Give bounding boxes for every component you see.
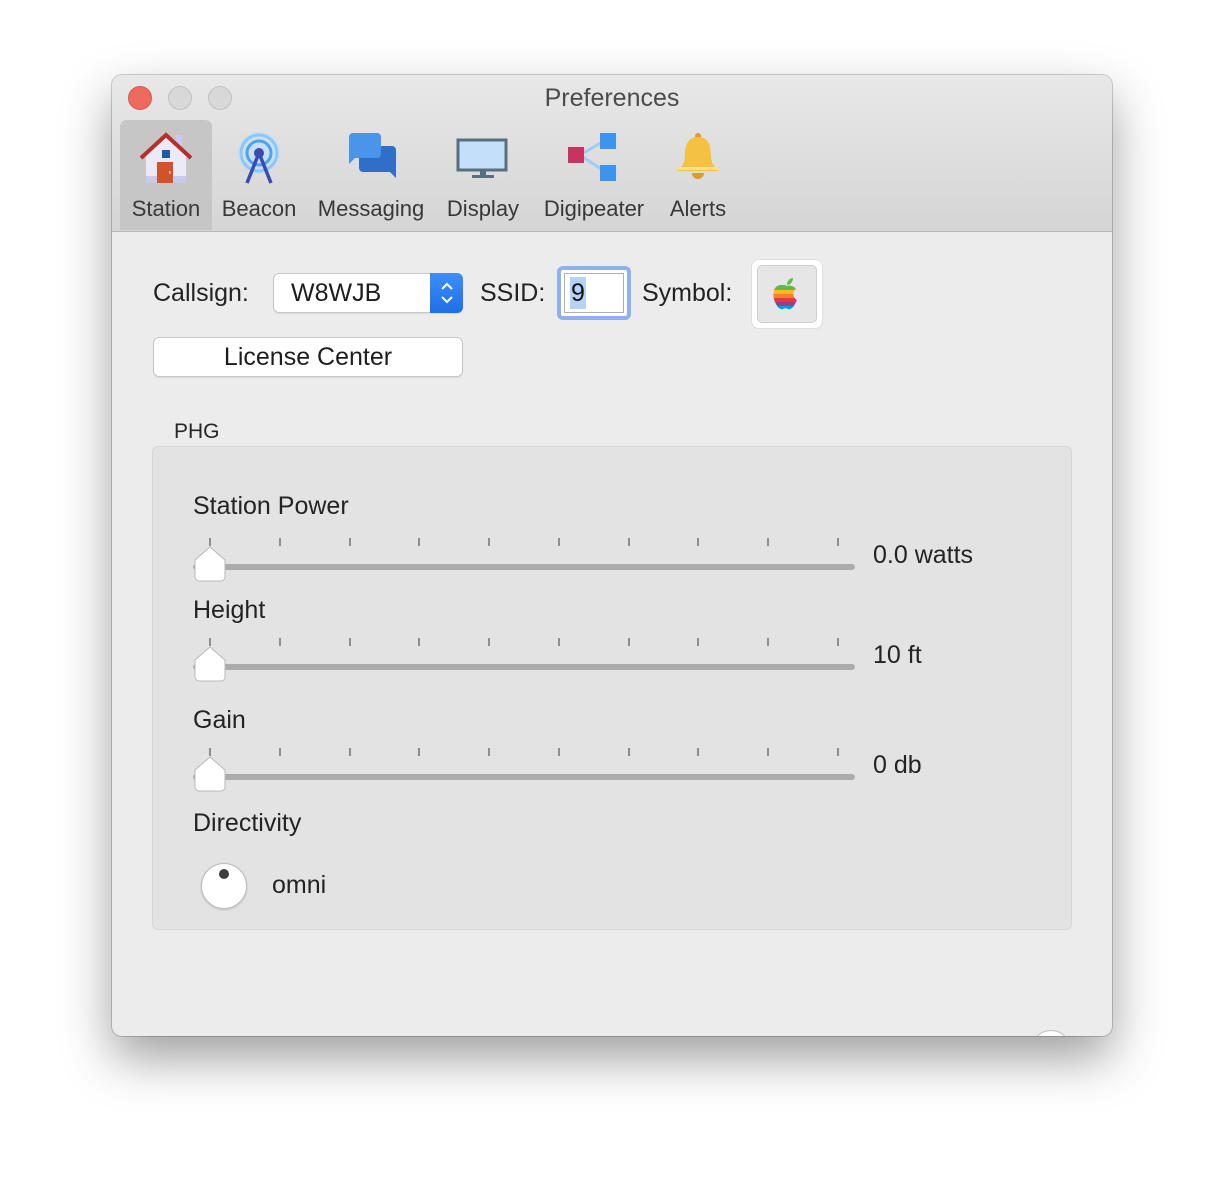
preferences-toolbar: Station Beacon Messaging Display Digipea… [120, 120, 738, 231]
slider-track[interactable] [193, 564, 855, 570]
slider-tick [488, 748, 491, 756]
slider-tick [348, 538, 351, 546]
house-icon [136, 130, 196, 186]
slider-tick [697, 638, 700, 646]
callsign-stepper[interactable] [430, 273, 463, 313]
slider-tick [209, 748, 211, 756]
phg-group: Station Power 0.0 watts Height 10 ft Gai… [152, 446, 1072, 930]
slider-tick [697, 748, 700, 756]
monitor-icon [453, 130, 513, 186]
gain-row: Gain 0 db [153, 703, 1073, 803]
ssid-value: 9 [571, 279, 585, 307]
slider-tick [418, 748, 421, 756]
slider-tick [627, 538, 630, 546]
slider-tick [348, 748, 351, 756]
directivity-value: omni [272, 871, 327, 899]
slider-tick [767, 748, 770, 756]
symbol-label: Symbol: [642, 279, 733, 307]
tab-beacon[interactable]: Beacon [212, 120, 306, 230]
slider-tick [627, 638, 630, 646]
station-power-value: 0.0 watts [873, 541, 974, 569]
ssid-label: SSID: [480, 279, 546, 307]
tab-alerts[interactable]: Alerts [658, 120, 738, 230]
chat-bubbles-icon [341, 130, 401, 186]
slider-tick [418, 638, 421, 646]
slider-tick [488, 538, 491, 546]
tab-display[interactable]: Display [436, 120, 530, 230]
chevron-up-down-icon [440, 282, 453, 304]
bell-icon [668, 130, 728, 186]
slider-thumb[interactable] [193, 546, 227, 582]
slider-tick [209, 538, 211, 546]
tab-station-label: Station [131, 196, 201, 221]
slider-tick [557, 638, 560, 646]
title-bar: Preferences Station Beacon Messaging Dis… [112, 75, 1112, 232]
callsign-value: W8WJB [291, 279, 382, 307]
slider-tick [209, 638, 211, 646]
tab-beacon-label: Beacon [221, 196, 297, 221]
slider-thumb[interactable] [193, 756, 227, 792]
symbol-button[interactable] [751, 259, 823, 329]
slider-tick [697, 538, 700, 546]
slider-tick [837, 638, 839, 646]
ssid-field[interactable]: 9 [557, 266, 631, 320]
height-value: 10 ft [873, 641, 922, 669]
symbol-well-inner [757, 265, 817, 323]
gain-label: Gain [193, 706, 246, 734]
directivity-label: Directivity [193, 809, 302, 837]
tab-digipeater-label: Digipeater [543, 196, 645, 221]
height-row: Height 10 ft [153, 593, 1073, 693]
station-pane: Callsign: W8WJB SSID: 9 Symbol: License … [112, 232, 1112, 1036]
slider-tick [837, 538, 839, 546]
slider-tick [557, 748, 560, 756]
slider-tick [278, 638, 281, 646]
slider-tick [278, 538, 281, 546]
directivity-knob[interactable] [201, 863, 247, 909]
height-label: Height [193, 596, 266, 624]
slider-tick [278, 748, 281, 756]
tab-alerts-label: Alerts [669, 196, 727, 221]
share-nodes-icon [564, 130, 624, 186]
slider-track[interactable] [193, 774, 855, 780]
window-title: Preferences [544, 84, 680, 112]
slider-track[interactable] [193, 664, 855, 670]
tab-messaging-label: Messaging [317, 196, 425, 221]
slider-tick [837, 748, 839, 756]
tab-messaging[interactable]: Messaging [306, 120, 436, 230]
slider-thumb[interactable] [193, 646, 227, 682]
tab-digipeater[interactable]: Digipeater [530, 120, 658, 230]
tab-station[interactable]: Station [120, 120, 212, 230]
station-power-label: Station Power [193, 492, 349, 520]
tab-display-label: Display [446, 196, 520, 221]
slider-tick [348, 638, 351, 646]
callsign-label: Callsign: [153, 279, 249, 307]
help-button[interactable]: ? [1031, 1030, 1071, 1036]
apple-logo-icon [773, 278, 798, 310]
callsign-combobox[interactable]: W8WJB [273, 273, 463, 313]
station-power-row: Station Power 0.0 watts [153, 489, 1073, 589]
slider-tick [418, 538, 421, 546]
antenna-icon [229, 130, 289, 186]
preferences-window: Preferences Station Beacon Messaging Dis… [112, 75, 1112, 1036]
license-center-button[interactable]: License Center [153, 337, 463, 377]
gain-value: 0 db [873, 751, 922, 779]
slider-tick [767, 638, 770, 646]
slider-tick [488, 638, 491, 646]
slider-tick [627, 748, 630, 756]
slider-tick [767, 538, 770, 546]
knob-indicator [219, 869, 229, 879]
slider-tick [557, 538, 560, 546]
phg-title: PHG [174, 420, 220, 443]
